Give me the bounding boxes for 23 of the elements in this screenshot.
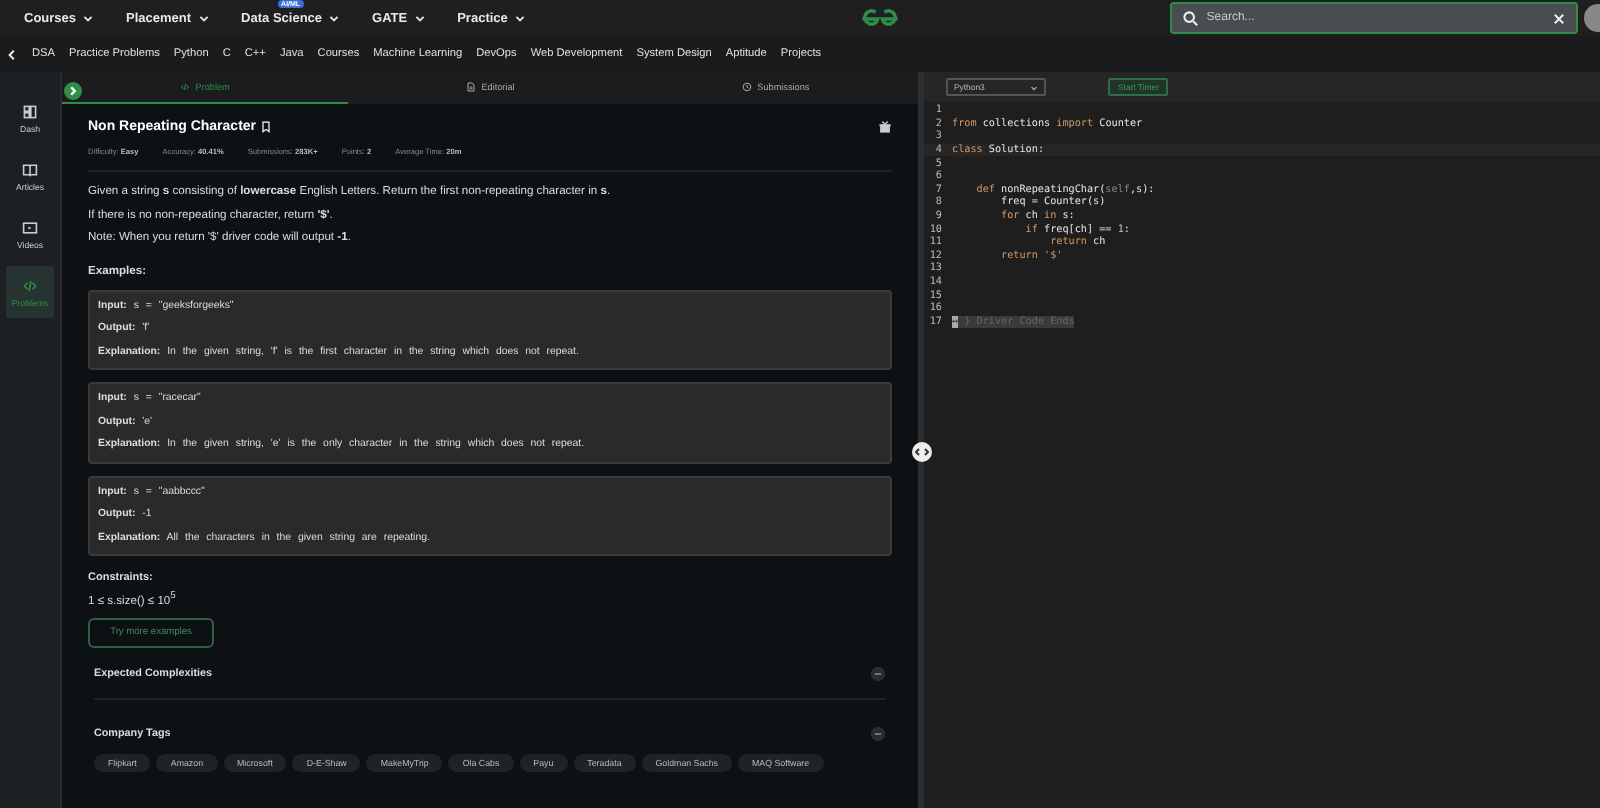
grid-icon — [22, 103, 38, 119]
book-icon — [22, 161, 38, 177]
search-icon — [1182, 10, 1199, 26]
code-icon — [22, 277, 38, 293]
collapse-icon — [870, 725, 886, 742]
chevron-down-icon — [328, 12, 341, 24]
collapse-icon — [870, 665, 886, 682]
expand-icon[interactable] — [64, 82, 82, 100]
gift-icon[interactable] — [878, 120, 892, 134]
bookmark-icon[interactable] — [260, 120, 273, 134]
chevron-down-icon — [513, 12, 526, 24]
video-icon — [22, 219, 38, 235]
chevron-down-icon — [1030, 83, 1038, 91]
logo-icon[interactable] — [858, 7, 903, 29]
document-icon — [465, 82, 476, 92]
avatar[interactable] — [1584, 4, 1600, 32]
chevron-down-icon — [197, 12, 210, 24]
clock-icon — [741, 82, 752, 92]
back-icon[interactable] — [6, 47, 18, 61]
close-icon[interactable] — [1552, 11, 1567, 25]
chevron-down-icon — [82, 12, 95, 24]
chevron-down-icon — [413, 12, 426, 24]
code-icon — [179, 82, 190, 92]
